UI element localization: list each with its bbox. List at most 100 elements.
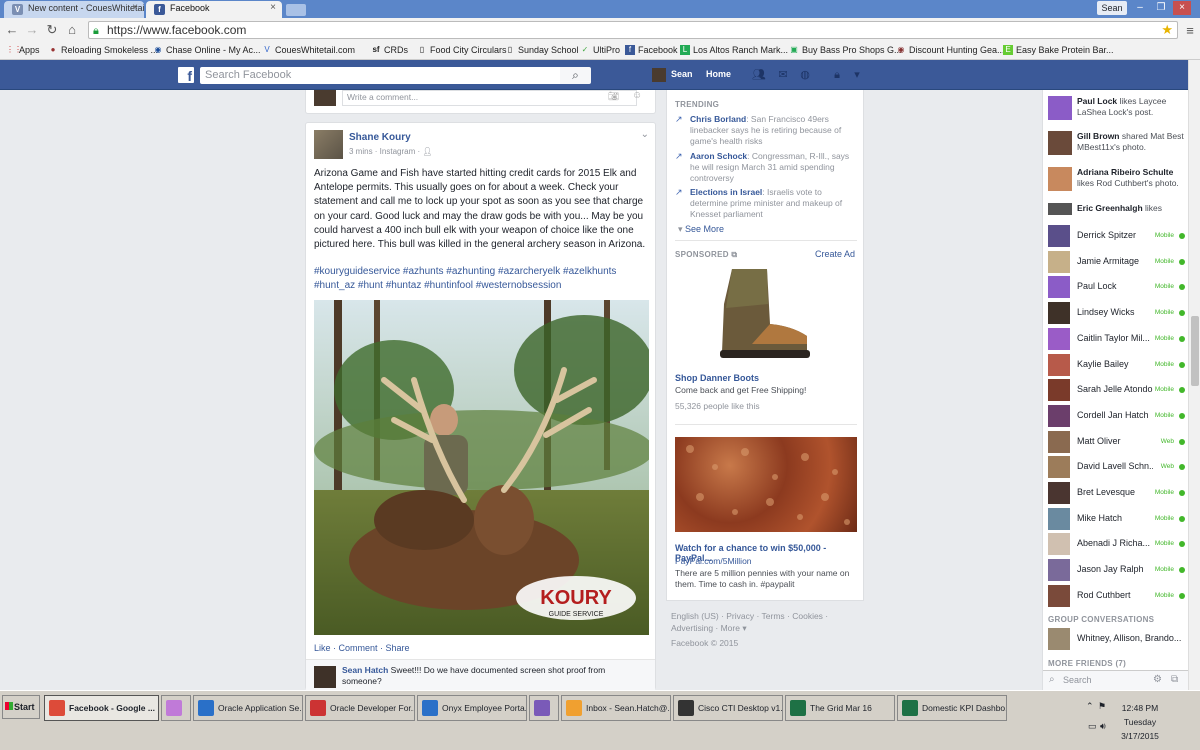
post-options-chevron-icon[interactable]: ⌄	[641, 129, 649, 140]
commenter-avatar[interactable]	[314, 666, 336, 688]
network-icon[interactable]: ▭	[1088, 721, 1097, 732]
reload-icon[interactable]: ↻	[44, 22, 60, 38]
chat-search-input[interactable]: Search	[1063, 675, 1092, 685]
chat-friend-row[interactable]: Bret Levesque Mobile	[1048, 481, 1186, 505]
taskbar-button[interactable]: Oracle Developer For...	[305, 695, 415, 721]
chat-friend-row[interactable]: Lindsey Wicks Mobile	[1048, 301, 1186, 325]
ticker-item[interactable]: Paul Lock likes Laycee LaShea Lock's pos…	[1048, 96, 1186, 120]
taskbar-button[interactable]	[161, 695, 191, 721]
bookmark-food-city[interactable]: ▯ Food City Circulars	[417, 45, 507, 55]
messages-icon[interactable]: ✉︎	[776, 69, 790, 81]
chrome-user-button[interactable]: Sean	[1097, 1, 1127, 15]
chat-friend-row[interactable]: Abenadi J Richa... Mobile	[1048, 532, 1186, 556]
notifications-globe-icon[interactable]: ◍	[798, 69, 812, 81]
close-tab-icon[interactable]: ×	[132, 2, 138, 13]
camera-icon[interactable]: 📷︎	[608, 91, 619, 102]
like-link[interactable]: Like	[314, 643, 331, 653]
chat-friend-row[interactable]: Jason Jay Ralph Mobile	[1048, 558, 1186, 582]
chat-friend-row[interactable]: Rod Cuthbert Mobile	[1048, 584, 1186, 608]
privacy-shortcuts-icon[interactable]: 🔒︎	[830, 69, 844, 81]
new-tab-button[interactable]	[286, 4, 306, 16]
bookmark-discount-hunting[interactable]: ◉ Discount Hunting Gea...	[896, 45, 1005, 55]
forward-icon[interactable]: →	[24, 22, 40, 38]
system-clock[interactable]: 12:48 PM Tuesday 3/17/2015	[1110, 701, 1170, 743]
bookmark-reloading[interactable]: ● Reloading Smokeless ...	[48, 45, 158, 55]
post-hashtags[interactable]: #kouryguideservice #azhunts #azhunting #…	[314, 265, 654, 293]
ticker-item[interactable]: Gill Brown shared Mat Best MBest11x's ph…	[1048, 131, 1186, 155]
browser-tab-coues[interactable]: V New content - CouesWhitetail... ×	[4, 1, 144, 18]
bookmark-coues[interactable]: V CouesWhitetail.com	[262, 45, 355, 55]
post-author-name[interactable]: Shane Koury	[349, 132, 411, 143]
taskbar-button[interactable]: Domestic KPI Dashbo...	[897, 695, 1007, 721]
home-icon[interactable]: ⌂	[64, 22, 80, 38]
chat-settings-gear-icon[interactable]: ⚙	[1153, 674, 1162, 685]
see-more-link[interactable]: ▾ See More	[678, 224, 724, 235]
taskbar-button[interactable]: Cisco CTI Desktop v1...	[673, 695, 783, 721]
paypal-pennies-image[interactable]	[675, 437, 857, 532]
close-tab-icon[interactable]: ×	[270, 2, 276, 13]
group-conversation[interactable]: Whitney, Allison, Brando...	[1048, 627, 1186, 651]
start-button[interactable]: Start	[2, 695, 40, 719]
create-ad-link[interactable]: Create Ad	[815, 249, 855, 259]
trending-item[interactable]: ↗ Elections in Israel: Israelis vote to d…	[675, 187, 857, 220]
share-link[interactable]: Share	[386, 643, 410, 653]
search-icon[interactable]: ⌕	[560, 67, 591, 84]
taskbar-button[interactable]: Oracle Application Se...	[193, 695, 303, 721]
taskbar-button[interactable]: The Grid Mar 16	[785, 695, 895, 721]
chat-friend-row[interactable]: Caitlin Taylor Mil... Mobile	[1048, 327, 1186, 351]
post-author-avatar[interactable]	[314, 130, 343, 159]
page-scrollbar[interactable]	[1188, 60, 1200, 690]
friend-requests-icon[interactable]: 👥︎	[752, 69, 766, 81]
footer-links[interactable]: English (US) · Privacy · Terms · Cookies…	[671, 610, 861, 634]
danner-boot-image[interactable]	[712, 264, 822, 364]
profile-avatar[interactable]	[652, 68, 666, 82]
flag-icon[interactable]: ⚑	[1098, 701, 1106, 712]
facebook-search-input[interactable]: Search Facebook	[200, 67, 560, 84]
close-window-icon[interactable]: ×	[1173, 1, 1191, 15]
chat-friend-row[interactable]: David Lavell Schn... Web	[1048, 455, 1186, 479]
post-photo[interactable]: KOURY GUIDE SERVICE	[314, 300, 649, 635]
ticker-item[interactable]: Eric Greenhalgh likes	[1048, 203, 1186, 215]
chrome-menu-icon[interactable]: ≡	[1183, 23, 1197, 38]
profile-name-link[interactable]: Sean	[671, 69, 693, 79]
commenter-name[interactable]: Sean Hatch	[342, 665, 388, 675]
restore-icon[interactable]: ❐	[1152, 1, 1170, 15]
ad-title-danner[interactable]: Shop Danner Boots	[675, 373, 759, 383]
chat-friend-row[interactable]: Kaylie Bailey Mobile	[1048, 353, 1186, 377]
chat-friend-row[interactable]: Paul Lock Mobile	[1048, 275, 1186, 299]
tray-expand-icon[interactable]: ⌃	[1086, 701, 1094, 712]
home-link[interactable]: Home	[706, 69, 731, 79]
emoji-icon[interactable]: ☺	[632, 90, 642, 101]
comment-link[interactable]: Comment	[339, 643, 378, 653]
taskbar-button[interactable]: Inbox - Sean.Hatch@...	[561, 695, 671, 721]
write-comment-input[interactable]: Write a comment...	[342, 90, 637, 106]
url-input[interactable]: 🔒︎ https://www.facebook.com ★	[88, 21, 1178, 39]
chat-popout-icon[interactable]: ⧉	[1171, 674, 1178, 685]
trending-item[interactable]: ↗ Chris Borland: San Francisco 49ers line…	[675, 114, 857, 147]
browser-tab-facebook[interactable]: f Facebook ×	[146, 1, 282, 18]
volume-icon[interactable]: 🔊︎	[1100, 721, 1106, 732]
taskbar-button[interactable]: Facebook - Google ...	[44, 695, 159, 721]
back-icon[interactable]: ←	[4, 22, 20, 38]
account-menu-chevron-icon[interactable]: ▾	[850, 69, 864, 81]
chat-friend-row[interactable]: Jamie Armitage Mobile	[1048, 250, 1186, 274]
chat-friend-row[interactable]: Cordell Jan Hatch Mobile	[1048, 404, 1186, 428]
bookmark-sunday-school[interactable]: ▯ Sunday School	[505, 45, 579, 55]
chat-friend-row[interactable]: Sarah Jelle Atondo Mobile	[1048, 378, 1186, 402]
scrollbar-thumb[interactable]	[1191, 316, 1199, 386]
chat-friend-row[interactable]: Mike Hatch Mobile	[1048, 507, 1186, 531]
bookmark-easy-bake[interactable]: E Easy Bake Protein Bar...	[1003, 45, 1114, 55]
ad-link-paypal[interactable]: PayPal.com/5Million	[675, 556, 752, 566]
bookmark-los-altos[interactable]: L Los Altos Ranch Mark...	[680, 45, 788, 55]
facebook-logo-icon[interactable]: f	[178, 67, 194, 84]
taskbar-button[interactable]	[529, 695, 559, 721]
trending-item[interactable]: ↗ Aaron Schock: Congressman, R-Ill., says…	[675, 151, 857, 184]
bookmark-crds[interactable]: sf CRDs	[371, 45, 408, 55]
bookmark-facebook[interactable]: f Facebook	[625, 45, 678, 55]
taskbar-button[interactable]: Onyx Employee Porta...	[417, 695, 527, 721]
bookmark-apps[interactable]: ⋮⋮ Apps	[6, 45, 40, 55]
bookmark-bass-pro[interactable]: ▣ Buy Bass Pro Shops G...	[789, 45, 901, 55]
chat-friend-row[interactable]: Matt Oliver Web	[1048, 430, 1186, 454]
bookmark-star-icon[interactable]: ★	[1161, 22, 1173, 38]
ticker-item[interactable]: Adriana Ribeiro Schulte likes Rod Cuthbe…	[1048, 167, 1186, 191]
